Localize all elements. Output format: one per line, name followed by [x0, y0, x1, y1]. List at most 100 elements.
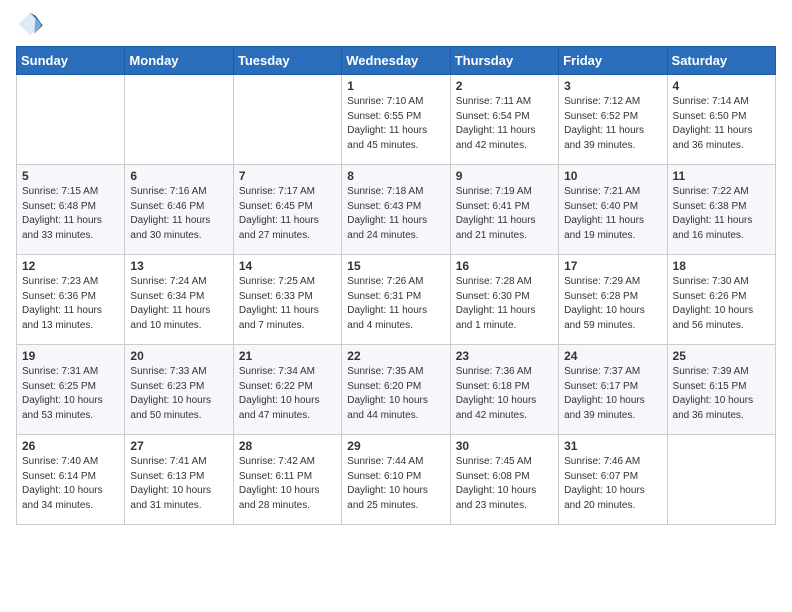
- day-info: Sunrise: 7:22 AM Sunset: 6:38 PM Dayligh…: [673, 185, 770, 243]
- calendar-cell: 18 Sunrise: 7:30 AM Sunset: 6:26 PM Dayli…: [667, 255, 775, 345]
- calendar-header-monday: Monday: [125, 47, 233, 75]
- day-info: Sunrise: 7:23 AM Sunset: 6:36 PM Dayligh…: [22, 275, 119, 333]
- calendar-cell: 26 Sunrise: 7:40 AM Sunset: 6:14 PM Dayli…: [17, 435, 125, 525]
- calendar-cell: 8Sunrise: 7:18 AM Sunset: 6:43 PM Daylig…: [342, 165, 450, 255]
- calendar-cell: 3Sunrise: 7:12 AM Sunset: 6:52 PM Daylig…: [559, 75, 667, 165]
- day-number: 1: [347, 79, 444, 93]
- calendar-cell: 12 Sunrise: 7:23 AM Sunset: 6:36 PM Dayli…: [17, 255, 125, 345]
- day-info: Sunrise: 7:37 AM Sunset: 6:17 PM Dayligh…: [564, 365, 661, 423]
- day-info: Sunrise: 7:35 AM Sunset: 6:20 PM Dayligh…: [347, 365, 444, 423]
- calendar-cell: 4Sunrise: 7:14 AM Sunset: 6:50 PM Daylig…: [667, 75, 775, 165]
- calendar-cell: 14 Sunrise: 7:25 AM Sunset: 6:33 PM Dayli…: [233, 255, 341, 345]
- calendar-week-row: 5 Sunrise: 7:15 AM Sunset: 6:48 PM Daylig…: [17, 165, 776, 255]
- calendar-cell: [17, 75, 125, 165]
- day-number: 10: [564, 169, 661, 183]
- day-number: 17: [564, 259, 661, 273]
- day-number: 15: [347, 259, 444, 273]
- page-container: SundayMondayTuesdayWednesdayThursdayFrid…: [0, 0, 792, 612]
- day-number: 28: [239, 439, 336, 453]
- calendar-cell: 10 Sunrise: 7:21 AM Sunset: 6:40 PM Dayli…: [559, 165, 667, 255]
- day-number: 4: [673, 79, 770, 93]
- calendar-cell: 19Sunrise: 7:31 AM Sunset: 6:25 PM Dayli…: [17, 345, 125, 435]
- calendar-cell: 28 Sunrise: 7:42 AM Sunset: 6:11 PM Dayli…: [233, 435, 341, 525]
- day-number: 27: [130, 439, 227, 453]
- calendar-header-thursday: Thursday: [450, 47, 558, 75]
- day-info: Sunrise: 7:11 AM Sunset: 6:54 PM Dayligh…: [456, 95, 553, 153]
- day-number: 16: [456, 259, 553, 273]
- day-info: Sunrise: 7:26 AM Sunset: 6:31 PM Dayligh…: [347, 275, 444, 333]
- day-info: Sunrise: 7:42 AM Sunset: 6:11 PM Dayligh…: [239, 455, 336, 513]
- day-number: 23: [456, 349, 553, 363]
- calendar-cell: 25 Sunrise: 7:39 AM Sunset: 6:15 PM Dayli…: [667, 345, 775, 435]
- day-info: Sunrise: 7:46 AM Sunset: 6:07 PM Dayligh…: [564, 455, 661, 513]
- day-info: Sunrise: 7:15 AM Sunset: 6:48 PM Dayligh…: [22, 185, 119, 243]
- day-number: 31: [564, 439, 661, 453]
- calendar-week-row: 26 Sunrise: 7:40 AM Sunset: 6:14 PM Dayli…: [17, 435, 776, 525]
- day-number: 6: [130, 169, 227, 183]
- day-info: Sunrise: 7:17 AM Sunset: 6:45 PM Dayligh…: [239, 185, 336, 243]
- day-number: 12: [22, 259, 119, 273]
- calendar-header-row: SundayMondayTuesdayWednesdayThursdayFrid…: [17, 47, 776, 75]
- day-info: Sunrise: 7:36 AM Sunset: 6:18 PM Dayligh…: [456, 365, 553, 423]
- day-number: 3: [564, 79, 661, 93]
- day-number: 2: [456, 79, 553, 93]
- calendar-cell: 23 Sunrise: 7:36 AM Sunset: 6:18 PM Dayli…: [450, 345, 558, 435]
- calendar-cell: 24 Sunrise: 7:37 AM Sunset: 6:17 PM Dayli…: [559, 345, 667, 435]
- calendar-cell: 21Sunrise: 7:34 AM Sunset: 6:22 PM Dayli…: [233, 345, 341, 435]
- day-number: 30: [456, 439, 553, 453]
- calendar-cell: 22 Sunrise: 7:35 AM Sunset: 6:20 PM Dayli…: [342, 345, 450, 435]
- day-number: 24: [564, 349, 661, 363]
- calendar-cell: 31 Sunrise: 7:46 AM Sunset: 6:07 PM Dayli…: [559, 435, 667, 525]
- day-number: 19: [22, 349, 119, 363]
- day-info: Sunrise: 7:30 AM Sunset: 6:26 PM Dayligh…: [673, 275, 770, 333]
- calendar-cell: 27 Sunrise: 7:41 AM Sunset: 6:13 PM Dayli…: [125, 435, 233, 525]
- calendar-cell: 17 Sunrise: 7:29 AM Sunset: 6:28 PM Dayli…: [559, 255, 667, 345]
- header: [16, 10, 776, 38]
- day-info: Sunrise: 7:21 AM Sunset: 6:40 PM Dayligh…: [564, 185, 661, 243]
- day-number: 22: [347, 349, 444, 363]
- calendar-cell: 30 Sunrise: 7:45 AM Sunset: 6:08 PM Dayli…: [450, 435, 558, 525]
- logo: [16, 10, 46, 38]
- calendar-cell: 20Sunrise: 7:33 AM Sunset: 6:23 PM Dayli…: [125, 345, 233, 435]
- day-info: Sunrise: 7:41 AM Sunset: 6:13 PM Dayligh…: [130, 455, 227, 513]
- day-info: Sunrise: 7:10 AM Sunset: 6:55 PM Dayligh…: [347, 95, 444, 153]
- calendar-cell: 7 Sunrise: 7:17 AM Sunset: 6:45 PM Daylig…: [233, 165, 341, 255]
- day-info: Sunrise: 7:39 AM Sunset: 6:15 PM Dayligh…: [673, 365, 770, 423]
- day-number: 5: [22, 169, 119, 183]
- day-info: Sunrise: 7:29 AM Sunset: 6:28 PM Dayligh…: [564, 275, 661, 333]
- calendar-cell: 6 Sunrise: 7:16 AM Sunset: 6:46 PM Daylig…: [125, 165, 233, 255]
- day-info: Sunrise: 7:28 AM Sunset: 6:30 PM Dayligh…: [456, 275, 553, 333]
- day-info: Sunrise: 7:24 AM Sunset: 6:34 PM Dayligh…: [130, 275, 227, 333]
- day-number: 7: [239, 169, 336, 183]
- calendar-cell: 11Sunrise: 7:22 AM Sunset: 6:38 PM Dayli…: [667, 165, 775, 255]
- calendar-cell: [125, 75, 233, 165]
- calendar-header-wednesday: Wednesday: [342, 47, 450, 75]
- calendar-cell: 2 Sunrise: 7:11 AM Sunset: 6:54 PM Daylig…: [450, 75, 558, 165]
- calendar-week-row: 12 Sunrise: 7:23 AM Sunset: 6:36 PM Dayli…: [17, 255, 776, 345]
- day-number: 20: [130, 349, 227, 363]
- calendar-cell: 13 Sunrise: 7:24 AM Sunset: 6:34 PM Dayli…: [125, 255, 233, 345]
- day-number: 29: [347, 439, 444, 453]
- day-number: 25: [673, 349, 770, 363]
- calendar-cell: 15 Sunrise: 7:26 AM Sunset: 6:31 PM Dayli…: [342, 255, 450, 345]
- calendar-table: SundayMondayTuesdayWednesdayThursdayFrid…: [16, 46, 776, 525]
- day-info: Sunrise: 7:16 AM Sunset: 6:46 PM Dayligh…: [130, 185, 227, 243]
- day-info: Sunrise: 7:44 AM Sunset: 6:10 PM Dayligh…: [347, 455, 444, 513]
- calendar-cell: 1 Sunrise: 7:10 AM Sunset: 6:55 PM Daylig…: [342, 75, 450, 165]
- day-number: 13: [130, 259, 227, 273]
- calendar-cell: 5 Sunrise: 7:15 AM Sunset: 6:48 PM Daylig…: [17, 165, 125, 255]
- day-number: 18: [673, 259, 770, 273]
- day-info: Sunrise: 7:40 AM Sunset: 6:14 PM Dayligh…: [22, 455, 119, 513]
- calendar-cell: 9 Sunrise: 7:19 AM Sunset: 6:41 PM Daylig…: [450, 165, 558, 255]
- calendar-cell: 16 Sunrise: 7:28 AM Sunset: 6:30 PM Dayli…: [450, 255, 558, 345]
- logo-icon: [16, 10, 44, 38]
- day-info: Sunrise: 7:45 AM Sunset: 6:08 PM Dayligh…: [456, 455, 553, 513]
- calendar-header-tuesday: Tuesday: [233, 47, 341, 75]
- day-number: 9: [456, 169, 553, 183]
- day-number: 14: [239, 259, 336, 273]
- day-number: 26: [22, 439, 119, 453]
- calendar-header-sunday: Sunday: [17, 47, 125, 75]
- day-info: Sunrise: 7:25 AM Sunset: 6:33 PM Dayligh…: [239, 275, 336, 333]
- day-info: Sunrise: 7:19 AM Sunset: 6:41 PM Dayligh…: [456, 185, 553, 243]
- day-number: 8: [347, 169, 444, 183]
